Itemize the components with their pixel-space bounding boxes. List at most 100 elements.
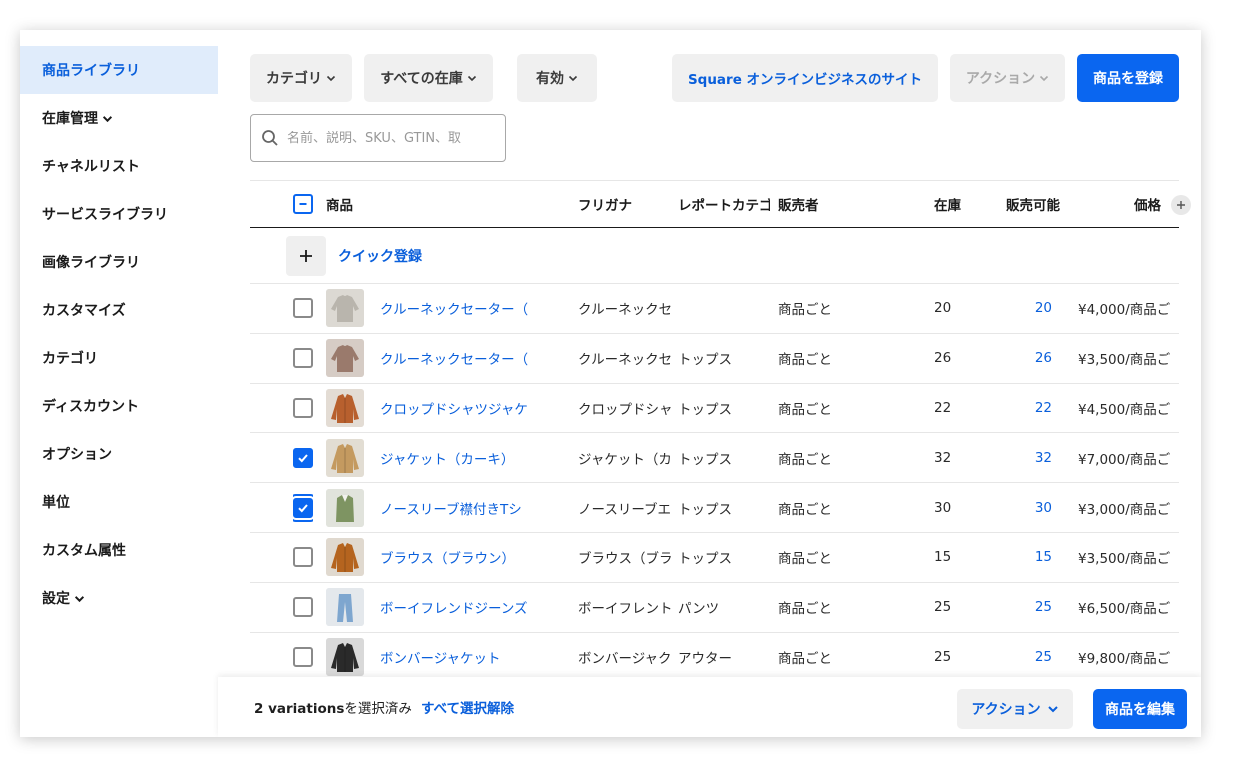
quick-add-button[interactable] xyxy=(286,236,326,276)
product-name-link[interactable]: ジャケット（カーキ） xyxy=(380,433,532,482)
table-row[interactable]: ボーイフレンドジーンズ ボーイフレント パンツ 商品ごと 25 25 ¥6,500/商品ご xyxy=(250,583,1179,633)
category-filter-label: カテゴリ xyxy=(266,71,322,87)
price-cell: ¥7,000/商品ご xyxy=(1078,451,1171,468)
edit-product-label: 商品を編集 xyxy=(1105,702,1175,718)
table-header: 商品 フリガナ レポートカテゴ 販売者 在庫 販売可能 価格 xyxy=(250,180,1191,228)
sidebar-item-label: 単位 xyxy=(42,495,70,511)
sidebar-item-label: カスタマイズ xyxy=(42,303,126,319)
available-link[interactable]: 30 xyxy=(1006,483,1052,532)
quick-add-label[interactable]: クイック登録 xyxy=(338,228,422,284)
table-row[interactable]: ボンバージャケット ボンバージャク アウター 商品ごと 25 25 ¥9,800/商品ご xyxy=(250,633,1179,683)
product-name-link[interactable]: ボーイフレンドジーンズ xyxy=(380,583,532,632)
available-link[interactable]: 20 xyxy=(1006,284,1052,333)
header-price[interactable]: 価格 xyxy=(1134,181,1161,227)
product-thumbnail[interactable] xyxy=(326,388,364,427)
search-input[interactable] xyxy=(287,130,497,146)
furigana-cell: ジャケット（カ xyxy=(578,451,672,468)
action-menu-button[interactable]: アクション xyxy=(950,54,1065,102)
bulk-action-button[interactable]: アクション xyxy=(957,689,1073,729)
product-name-link[interactable]: ノースリーブ襟付きTシ xyxy=(380,483,532,532)
sidebar-item-label: 画像ライブラリ xyxy=(42,255,140,271)
sidebar-item-3[interactable]: サービスライブラリ xyxy=(20,190,218,238)
header-available[interactable]: 販売可能 xyxy=(1006,181,1060,227)
header-seller[interactable]: 販売者 xyxy=(778,181,819,227)
seller-cell: 商品ごと xyxy=(778,650,832,667)
category-filter-button[interactable]: カテゴリ xyxy=(250,54,352,102)
header-stock[interactable]: 在庫 xyxy=(934,181,961,227)
sidebar-item-9[interactable]: 単位 xyxy=(20,478,218,526)
report-category-cell: トップス xyxy=(678,352,732,369)
table-row[interactable]: クルーネックセーター（ クルーネックセ 商品ごと 20 20 ¥4,000/商品ご xyxy=(250,284,1179,334)
sidebar-item-10[interactable]: カスタム属性 xyxy=(20,526,218,574)
product-thumbnail[interactable] xyxy=(326,637,364,676)
sidebar-item-5[interactable]: カスタマイズ xyxy=(20,286,218,334)
header-report-category[interactable]: レポートカテゴ xyxy=(678,181,770,227)
table-row[interactable]: ノースリーブ襟付きTシ ノースリーブエ トップス 商品ごと 30 30 ¥3,000/商品ご xyxy=(250,483,1179,533)
table-body: クルーネックセーター（ クルーネックセ 商品ごと 20 20 ¥4,000/商品ご クルーネ… xyxy=(250,284,1179,683)
table-row[interactable]: クロップドシャツジャケ クロップドシャ トップス 商品ごと 22 22 ¥4,500/商品ご xyxy=(250,384,1179,434)
selection-count: 2 variationsを選択済み xyxy=(254,701,412,717)
checkmark-icon xyxy=(298,503,308,513)
row-checkbox[interactable] xyxy=(293,298,313,319)
sidebar-item-4[interactable]: 画像ライブラリ xyxy=(20,238,218,286)
sidebar-item-2[interactable]: チャネルリスト xyxy=(20,142,218,190)
available-link[interactable]: 25 xyxy=(1006,583,1052,632)
product-thumbnail[interactable] xyxy=(326,538,364,577)
sidebar-item-label: 商品ライブラリ xyxy=(42,63,140,79)
available-link[interactable]: 15 xyxy=(1006,533,1052,582)
price-cell: ¥9,800/商品ご xyxy=(1078,650,1171,667)
available-link[interactable]: 22 xyxy=(1006,384,1052,433)
product-name-link[interactable]: クルーネックセーター（ xyxy=(380,334,532,383)
row-checkbox[interactable] xyxy=(293,646,313,667)
available-link[interactable]: 25 xyxy=(1006,633,1052,682)
product-name-link[interactable]: クロップドシャツジャケ xyxy=(380,384,532,433)
stock-cell: 25 xyxy=(934,599,952,616)
product-thumbnail[interactable] xyxy=(326,289,364,328)
product-name-link[interactable]: クルーネックセーター（ xyxy=(380,284,532,333)
sidebar-item-7[interactable]: ディスカウント xyxy=(20,382,218,430)
clear-selection-link[interactable]: すべて選択解除 xyxy=(421,697,514,717)
stock-cell: 26 xyxy=(934,350,952,367)
chevron-down-icon xyxy=(326,75,336,82)
available-link[interactable]: 26 xyxy=(1006,334,1052,383)
header-furigana[interactable]: フリガナ xyxy=(578,181,632,227)
row-checkbox[interactable] xyxy=(293,597,313,618)
price-cell: ¥3,500/商品ご xyxy=(1078,551,1171,568)
sidebar-item-0[interactable]: 商品ライブラリ xyxy=(20,46,218,94)
sidebar-item-label: オプション xyxy=(42,447,112,463)
table-row[interactable]: クルーネックセーター（ クルーネックセ トップス 商品ごと 26 26 ¥3,500/商品ご xyxy=(250,334,1179,384)
sidebar-item-11[interactable]: 設定 xyxy=(20,574,218,622)
table-row[interactable]: ジャケット（カーキ） ジャケット（カ トップス 商品ごと 32 32 ¥7,000/商品ご xyxy=(250,433,1179,484)
active-filter-button[interactable]: 有効 xyxy=(517,54,597,102)
register-product-button[interactable]: 商品を登録 xyxy=(1077,54,1179,102)
product-name-link[interactable]: ブラウス（ブラウン） xyxy=(380,533,532,582)
product-name-link[interactable]: ボンバージャケット xyxy=(380,633,532,682)
table-row[interactable]: ブラウス（ブラウン） ブラウス（ブラ トップス 商品ごと 15 15 ¥3,500/商品ご xyxy=(250,533,1179,583)
product-thumbnail[interactable] xyxy=(326,488,364,527)
select-all-checkbox[interactable] xyxy=(293,194,313,214)
row-checkbox[interactable] xyxy=(293,547,313,568)
product-thumbnail[interactable] xyxy=(326,339,364,378)
product-table: 商品 フリガナ レポートカテゴ 販売者 在庫 販売可能 価格 クイック登録 クル… xyxy=(250,180,1191,683)
edit-product-button[interactable]: 商品を編集 xyxy=(1093,689,1187,729)
stock-filter-button[interactable]: すべての在庫 xyxy=(364,54,493,102)
search-icon xyxy=(262,130,278,146)
row-checkbox[interactable] xyxy=(293,497,313,518)
price-cell: ¥6,500/商品ご xyxy=(1078,601,1171,618)
product-thumbnail[interactable] xyxy=(326,438,364,477)
available-link[interactable]: 32 xyxy=(1006,433,1052,482)
sidebar-item-8[interactable]: オプション xyxy=(20,430,218,478)
online-site-button[interactable]: Square オンラインビジネスのサイト xyxy=(672,54,938,102)
stock-cell: 32 xyxy=(934,449,952,466)
seller-cell: 商品ごと xyxy=(778,601,832,618)
sidebar-item-6[interactable]: カテゴリ xyxy=(20,334,218,382)
add-column-button[interactable] xyxy=(1171,195,1191,215)
product-thumbnail[interactable] xyxy=(326,588,364,627)
seller-cell: 商品ごと xyxy=(778,401,832,418)
row-checkbox[interactable] xyxy=(293,397,313,418)
row-checkbox[interactable] xyxy=(293,348,313,369)
header-product[interactable]: 商品 xyxy=(326,181,353,227)
sidebar-item-1[interactable]: 在庫管理 xyxy=(20,94,218,142)
row-checkbox[interactable] xyxy=(293,447,313,468)
sidebar: 商品ライブラリ在庫管理 チャネルリスト サービスライブラリ画像ライブラリ カスタマイズ… xyxy=(20,46,218,622)
